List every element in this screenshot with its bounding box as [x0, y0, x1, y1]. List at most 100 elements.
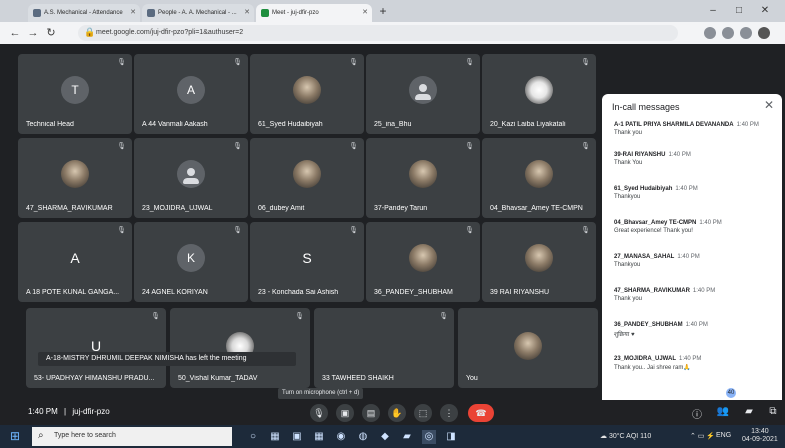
activities-icon[interactable]: ⧉	[766, 406, 780, 417]
chat-text: Thankyou	[614, 194, 641, 200]
participant-tile[interactable]: 🎙 S 23 - Konchada Sai Ashish	[250, 222, 364, 302]
clock[interactable]: 13:40 04-09-2021	[742, 428, 778, 444]
participant-tile[interactable]: 🎙 61_Syed Hudaibiyah	[250, 54, 364, 134]
participant-tile[interactable]: 🎙 20_Kazi Laiba Liyakatali	[482, 54, 596, 134]
participant-tile[interactable]: 🎙 36_PANDEY_SHUBHAM	[366, 222, 480, 302]
avatar: S	[302, 250, 312, 266]
microphone-button[interactable]: 🎙	[310, 404, 328, 422]
participant-tile[interactable]: 🎙 47_SHARMA_RAVIKUMAR	[18, 138, 132, 218]
tab-title: Meet - juj-dfir-pzo	[272, 10, 319, 16]
chat-message: 23_MOJIDRA_UJWAL 1:40 PM Thank you.. Jai …	[614, 356, 774, 371]
new-tab-button[interactable]: +	[376, 4, 390, 18]
participant-tile[interactable]: 🎙 U 53- UPADHYAY HIMANSHU PRADU...	[26, 308, 166, 388]
app-icon[interactable]: ▣	[290, 430, 304, 444]
mic-off-icon: 🎙	[581, 143, 590, 150]
participant-tile[interactable]: 🎙 A A 18 POTE KUNAL GANGA...	[18, 222, 132, 302]
chat-title: In-call messages	[612, 102, 680, 112]
forward-icon[interactable]: →	[26, 26, 40, 40]
participant-tile[interactable]: 🎙 33 TAWHEED SHAIKH	[314, 308, 454, 388]
participant-tile[interactable]: 🎙 25_ina_Bhu	[366, 54, 480, 134]
chat-text: Thankyou	[614, 262, 641, 268]
leave-call-button[interactable]: ☎	[468, 404, 494, 422]
minimize-icon[interactable]: –	[704, 4, 722, 18]
participant-name: 24 AGNEL KORIYAN	[142, 289, 208, 296]
participant-name: 37-Pandey Tarun	[374, 205, 428, 212]
participant-name: A 18 POTE KUNAL GANGA...	[26, 289, 120, 296]
browser-tab[interactable]: People - A. A. Mechanical - ... ✕	[142, 4, 254, 22]
back-icon[interactable]: ←	[8, 26, 22, 40]
app-icon[interactable]: ◍	[356, 430, 370, 444]
app-icon[interactable]: ◉	[334, 430, 348, 444]
participant-tile-self[interactable]: You	[458, 308, 598, 388]
meeting-separator: |	[64, 407, 67, 416]
browser-tab-active[interactable]: Meet - juj-dfir-pzo ✕	[256, 4, 372, 22]
avatar: T	[61, 76, 89, 104]
avatar: A	[177, 76, 205, 104]
chat-icon[interactable]: ▰	[742, 406, 756, 417]
present-button[interactable]: ⬚	[414, 404, 432, 422]
chat-sender: 47_SHARMA_RAVIKUMAR	[614, 288, 690, 294]
mic-tooltip: Turn on microphone (ctrl + d)	[278, 388, 364, 399]
close-icon[interactable]: ✕	[244, 4, 250, 22]
participant-tile[interactable]: 🎙 37-Pandey Tarun	[366, 138, 480, 218]
chrome-app-icon[interactable]: ◎	[422, 430, 436, 444]
tab-favicon-icon	[147, 9, 155, 17]
mic-off-icon: 🎙	[233, 227, 242, 234]
raise-hand-button[interactable]: ✋	[388, 404, 406, 422]
meet-control-bar: 1:40 PM | juj-dfir-pzo 🎙 ▣ ▤ ✋ ⬚ ⋮ ☎ ⓘ 👥…	[0, 400, 785, 425]
participant-tile[interactable]: 🎙 23_MOJIDRA_UJWAL	[134, 138, 248, 218]
close-window-icon[interactable]: ✕	[756, 4, 774, 18]
reload-icon[interactable]: ↻	[44, 26, 58, 40]
app-icon[interactable]: ▦	[312, 430, 326, 444]
participant-tile[interactable]: 🎙 06_dubey Amit	[250, 138, 364, 218]
more-options-button[interactable]: ⋮	[440, 404, 458, 422]
info-icon[interactable]: ⓘ	[690, 406, 704, 421]
participant-tile[interactable]: 🎙 A A 44 Vanmali Aakash	[134, 54, 248, 134]
browser-tab[interactable]: A.S. Mechanical - Attendance ✕	[28, 4, 140, 22]
cortana-icon[interactable]: ○	[246, 430, 260, 444]
participant-name: A 44 Vanmali Aakash	[142, 121, 208, 128]
avatar	[61, 160, 89, 188]
participant-tile[interactable]: 🎙 50_Vishal Kumar_TADAV	[170, 308, 310, 388]
maximize-icon[interactable]: □	[730, 4, 748, 18]
people-icon[interactable]: 👥	[716, 406, 730, 417]
menu-dots-icon[interactable]	[758, 27, 770, 39]
avatar	[525, 244, 553, 272]
participant-name: 61_Syed Hudaibiyah	[258, 121, 323, 128]
mic-off-icon: 🎙	[117, 143, 126, 150]
url-field[interactable]: 🔒 meet.google.com/juj-dfir-pzo?pli=1&aut…	[78, 25, 678, 41]
camera-button[interactable]: ▣	[336, 404, 354, 422]
participant-name: 20_Kazi Laiba Liyakatali	[490, 121, 566, 128]
participant-tile[interactable]: 🎙 39 RAI RIYANSHU	[482, 222, 596, 302]
clock-date: 04-09-2021	[742, 436, 778, 443]
mic-off-icon: 🎙	[439, 313, 448, 320]
captions-button[interactable]: ▤	[362, 404, 380, 422]
participant-tile[interactable]: 🎙 T Technical Head	[18, 54, 132, 134]
taskbar-search[interactable]: ⌕ Type here to search	[32, 427, 232, 446]
participant-count-badge: 40	[726, 388, 736, 398]
close-icon[interactable]: ✕	[764, 98, 774, 112]
app-icon[interactable]: ▰	[400, 430, 414, 444]
chat-message: 39-RAI RIYANSHU 1:40 PM Thank You	[614, 152, 774, 166]
close-icon[interactable]: ✕	[362, 4, 368, 22]
chat-text: शुक्रिया ♥	[614, 332, 635, 338]
participant-tile[interactable]: 🎙 K 24 AGNEL KORIYAN	[134, 222, 248, 302]
windows-start-icon[interactable]: ⊞	[10, 430, 22, 442]
tab-title: A.S. Mechanical - Attendance	[44, 10, 123, 16]
participant-name: 39 RAI RIYANSHU	[490, 289, 549, 296]
mic-off-icon: 🎙	[581, 59, 590, 66]
bookmark-star-icon[interactable]	[722, 27, 734, 39]
tray-icons[interactable]: ⌃ ▭ ⚡	[690, 432, 715, 440]
extension-icon[interactable]	[704, 27, 716, 39]
app-icon[interactable]: ◨	[444, 430, 458, 444]
browser-tab-bar: A.S. Mechanical - Attendance ✕ People - …	[0, 0, 785, 22]
app-icon[interactable]: ◆	[378, 430, 392, 444]
search-icon: ⌕	[38, 430, 44, 441]
close-icon[interactable]: ✕	[130, 4, 136, 22]
chat-time: 1:40 PM	[699, 220, 722, 226]
task-view-icon[interactable]: ▦	[268, 430, 282, 444]
weather-widget[interactable]: ☁ 30°C AQI 110	[600, 432, 651, 440]
profile-avatar-icon[interactable]	[740, 27, 752, 39]
language-indicator[interactable]: ENG	[716, 432, 731, 439]
participant-tile[interactable]: 🎙 04_Bhavsar_Amey TE-CMPN	[482, 138, 596, 218]
